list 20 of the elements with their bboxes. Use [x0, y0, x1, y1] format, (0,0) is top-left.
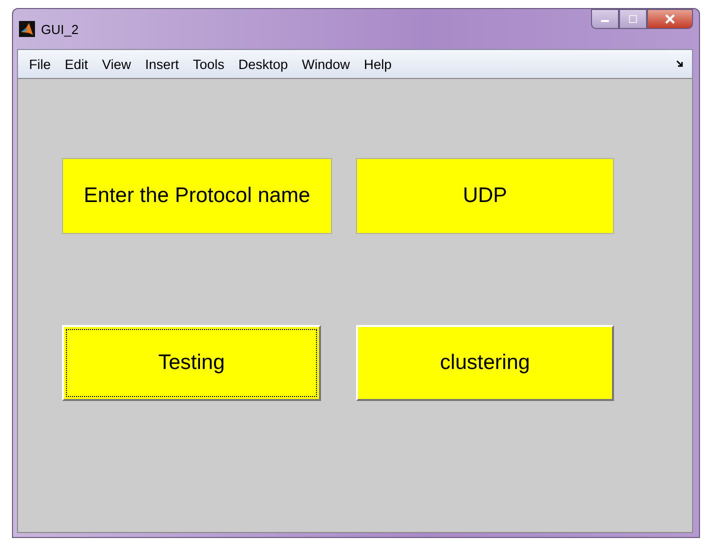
menu-item[interactable]: Edit — [58, 56, 96, 72]
minimize-button[interactable] — [591, 9, 619, 29]
menu-item[interactable]: File — [22, 56, 58, 72]
menu-item[interactable]: Tools — [186, 56, 232, 72]
menu-item[interactable]: Insert — [138, 56, 186, 72]
maximize-icon — [628, 15, 638, 23]
maximize-button[interactable] — [619, 9, 647, 29]
dock-arrow-icon[interactable] — [676, 60, 684, 68]
close-button[interactable] — [647, 9, 693, 29]
menu-item[interactable]: Desktop — [231, 56, 295, 72]
close-icon — [664, 14, 676, 24]
window-title: GUI_2 — [41, 22, 79, 36]
menu-item[interactable]: View — [95, 56, 138, 72]
menu-item[interactable]: Window — [294, 56, 357, 72]
push-button[interactable]: Testing — [62, 325, 321, 401]
push-button[interactable]: clustering — [356, 325, 614, 401]
app-logo-icon — [19, 21, 35, 37]
protocol-field[interactable]: UDP — [356, 158, 614, 234]
menu-item[interactable]: Help — [356, 56, 399, 72]
protocol-label: Enter the Protocol name — [62, 158, 332, 234]
